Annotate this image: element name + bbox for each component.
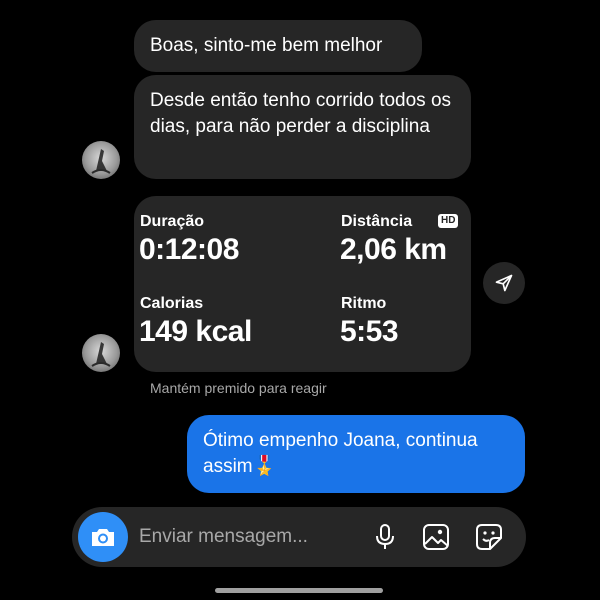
duration-label: Duração <box>140 213 205 230</box>
pace-value: 5:53 <box>340 315 399 348</box>
calories-label: Calorias <box>140 295 204 312</box>
incoming-message[interactable]: Boas, sinto-me bem melhor <box>134 20 422 72</box>
calories-value: 149 kcal <box>139 315 252 348</box>
chat-screen: Boas, sinto-me bem melhor Desde então te… <box>0 0 600 600</box>
message-composer <box>72 507 526 567</box>
microphone-icon <box>376 524 394 549</box>
message-text: Ótimo empenho Joana, continua assim🎖️ <box>203 430 478 477</box>
distance-label: Distância <box>341 213 413 230</box>
duration-value: 0:12:08 <box>139 233 239 266</box>
outgoing-message[interactable]: Ótimo empenho Joana, continua assim🎖️ <box>187 415 525 493</box>
share-button[interactable] <box>483 262 525 304</box>
camera-button[interactable] <box>78 512 128 562</box>
avatar[interactable] <box>82 141 120 179</box>
home-indicator[interactable] <box>215 588 383 593</box>
gallery-icon <box>423 524 449 550</box>
distance-value: 2,06 km <box>340 233 447 266</box>
message-text: Desde então tenho corrido todos os dias,… <box>150 90 452 137</box>
reaction-hint: Mantém premido para reagir <box>150 380 327 396</box>
pace-label: Ritmo <box>341 295 387 312</box>
gallery-button[interactable] <box>421 522 451 552</box>
microphone-button[interactable] <box>370 522 400 552</box>
avatar-photo <box>91 149 111 174</box>
camera-icon <box>92 529 114 546</box>
avatar[interactable] <box>82 334 120 372</box>
hd-badge: HD <box>438 214 459 228</box>
message-text: Boas, sinto-me bem melhor <box>150 35 383 56</box>
avatar-photo <box>91 342 111 367</box>
workout-summary-card[interactable]: Duração 0:12:08 Distância HD 2,06 km Cal… <box>134 196 471 372</box>
sticker-button[interactable] <box>474 522 504 552</box>
incoming-message[interactable]: Desde então tenho corrido todos os dias,… <box>134 75 471 179</box>
message-input[interactable] <box>139 525 329 549</box>
sticker-icon <box>476 524 502 550</box>
paper-plane-icon <box>495 274 513 292</box>
